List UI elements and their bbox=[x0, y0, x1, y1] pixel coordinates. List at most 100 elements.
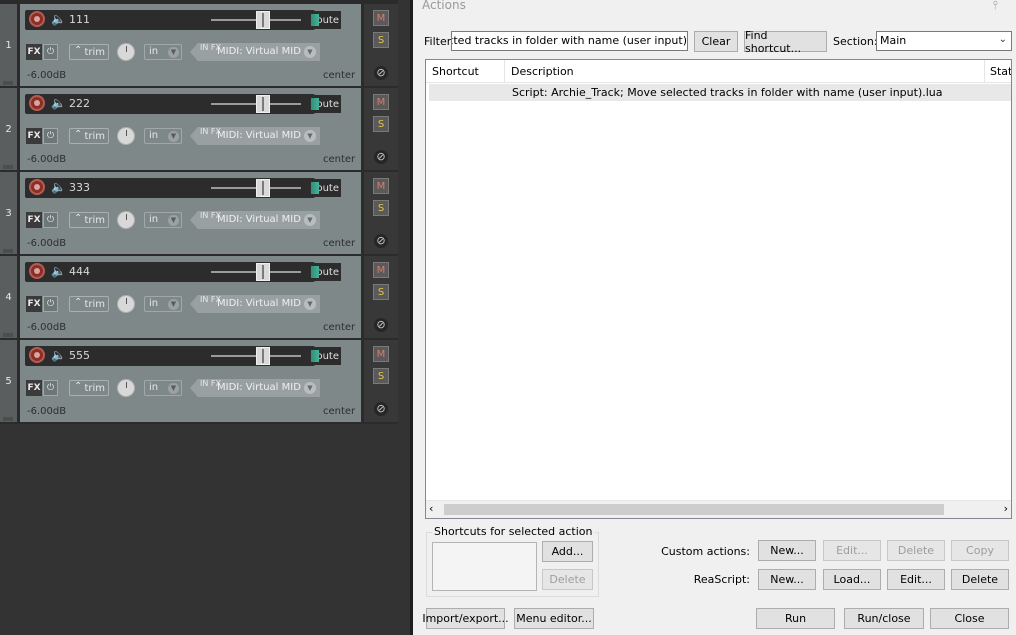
track-panel[interactable]: 🔈 555 Route FX ⏻ trim in▼ IN FXMIDI: Vir… bbox=[20, 340, 361, 422]
fx-bypass-icon[interactable]: ⏻ bbox=[43, 296, 58, 312]
mute-button[interactable]: M bbox=[373, 178, 389, 194]
volume-slider-handle[interactable] bbox=[256, 95, 270, 113]
volume-slider-handle[interactable] bbox=[256, 179, 270, 197]
custom-edit-button[interactable]: Edit... bbox=[823, 540, 881, 561]
volume-slider-handle[interactable] bbox=[256, 263, 270, 281]
fx-bypass-icon[interactable]: ⏻ bbox=[43, 44, 58, 60]
column-description[interactable]: Description bbox=[511, 65, 574, 78]
pan-knob[interactable] bbox=[117, 127, 135, 145]
input-selector[interactable]: in ▼ bbox=[144, 128, 182, 144]
track[interactable]: 3 🔈 333 Route FX ⏻ trim in▼ IN FXMIDI: V… bbox=[0, 172, 398, 256]
find-shortcut-button[interactable]: Find shortcut... bbox=[744, 29, 827, 55]
fx-button[interactable]: FX bbox=[26, 128, 42, 144]
solo-button[interactable]: S bbox=[373, 368, 389, 384]
reascript-load-button[interactable]: Load... bbox=[823, 569, 881, 590]
reascript-new-button[interactable]: New... bbox=[758, 569, 816, 590]
menu-editor-button[interactable]: Menu editor... bbox=[514, 608, 594, 629]
midi-input-selector[interactable]: IN FX MIDI: Virtual MID ▼ bbox=[190, 379, 320, 397]
record-arm-icon[interactable] bbox=[29, 263, 45, 279]
scroll-left-icon[interactable]: ‹ bbox=[429, 502, 433, 515]
track-name[interactable]: 222 bbox=[69, 97, 90, 110]
fx-button[interactable]: FX bbox=[26, 380, 42, 396]
fx-bypass-icon[interactable]: ⏻ bbox=[43, 128, 58, 144]
reascript-delete-button[interactable]: Delete bbox=[951, 569, 1009, 590]
pin-icon[interactable]: ⫯ bbox=[993, 0, 998, 13]
track-panel[interactable]: 🔈 111 Route FX ⏻ trim in▼ IN FXMIDI: Vir… bbox=[20, 4, 361, 86]
track-number[interactable]: 4 bbox=[0, 256, 17, 338]
phase-invert-icon[interactable]: ⊘ bbox=[374, 234, 388, 248]
phase-invert-icon[interactable]: ⊘ bbox=[374, 150, 388, 164]
reascript-edit-button[interactable]: Edit... bbox=[887, 569, 945, 590]
track-name[interactable]: 555 bbox=[69, 349, 90, 362]
pan-knob[interactable] bbox=[117, 43, 135, 61]
import-export-button[interactable]: Import/export... bbox=[422, 608, 509, 629]
route-button[interactable]: Route bbox=[308, 11, 341, 29]
solo-button[interactable]: S bbox=[373, 200, 389, 216]
filter-input[interactable]: Move selected tracks in folder with name… bbox=[451, 31, 688, 51]
pan-knob[interactable] bbox=[117, 379, 135, 397]
track-name-bar[interactable]: 🔈 111 bbox=[25, 10, 315, 30]
volume-slider-handle[interactable] bbox=[256, 347, 270, 365]
trim-button[interactable]: trim bbox=[69, 380, 109, 396]
midi-input-selector[interactable]: IN FX MIDI: Virtual MID ▼ bbox=[190, 295, 320, 313]
track-name-bar[interactable]: 🔈 444 bbox=[25, 262, 315, 282]
speaker-icon[interactable]: 🔈 bbox=[51, 96, 66, 110]
section-select[interactable]: Main ⌄ bbox=[876, 31, 1012, 51]
track-panel[interactable]: 🔈 444 Route FX ⏻ trim in▼ IN FXMIDI: Vir… bbox=[20, 256, 361, 338]
trim-button[interactable]: trim bbox=[69, 212, 109, 228]
fx-button[interactable]: FX bbox=[26, 44, 42, 60]
track-number[interactable]: 5 bbox=[0, 340, 17, 422]
speaker-icon[interactable]: 🔈 bbox=[51, 264, 66, 278]
mute-button[interactable]: M bbox=[373, 346, 389, 362]
add-shortcut-button[interactable]: Add... bbox=[542, 541, 593, 562]
trim-button[interactable]: trim bbox=[69, 296, 109, 312]
column-state[interactable]: State bbox=[990, 65, 1011, 78]
track-name-bar[interactable]: 🔈 555 bbox=[25, 346, 315, 366]
delete-shortcut-button[interactable]: Delete bbox=[542, 569, 593, 590]
speaker-icon[interactable]: 🔈 bbox=[51, 180, 66, 194]
phase-invert-icon[interactable]: ⊘ bbox=[374, 318, 388, 332]
track-name[interactable]: 444 bbox=[69, 265, 90, 278]
fx-bypass-icon[interactable]: ⏻ bbox=[43, 380, 58, 396]
close-button[interactable]: Close bbox=[930, 608, 1009, 629]
phase-invert-icon[interactable]: ⊘ bbox=[374, 402, 388, 416]
track-name-bar[interactable]: 🔈 222 bbox=[25, 94, 315, 114]
run-close-button[interactable]: Run/close bbox=[844, 608, 924, 629]
input-selector[interactable]: in ▼ bbox=[144, 296, 182, 312]
input-selector[interactable]: in ▼ bbox=[144, 44, 182, 60]
solo-button[interactable]: S bbox=[373, 116, 389, 132]
input-selector[interactable]: in ▼ bbox=[144, 212, 182, 228]
input-selector[interactable]: in ▼ bbox=[144, 380, 182, 396]
actions-list[interactable]: Shortcut Description ^ State Script: Arc… bbox=[425, 59, 1012, 519]
track[interactable]: 1 🔈 111 Route FX ⏻ trim in▼ IN FXMIDI: V… bbox=[0, 4, 398, 88]
track-name-bar[interactable]: 🔈 333 bbox=[25, 178, 315, 198]
mute-button[interactable]: M bbox=[373, 10, 389, 26]
solo-button[interactable]: S bbox=[373, 284, 389, 300]
route-button[interactable]: Route bbox=[308, 95, 341, 113]
horizontal-scrollbar[interactable]: ‹ › bbox=[426, 500, 1011, 518]
track-panel[interactable]: 🔈 333 Route FX ⏻ trim in▼ IN FXMIDI: Vir… bbox=[20, 172, 361, 254]
solo-button[interactable]: S bbox=[373, 32, 389, 48]
route-button[interactable]: Route bbox=[308, 347, 341, 365]
midi-input-selector[interactable]: IN FX MIDI: Virtual MID ▼ bbox=[190, 127, 320, 145]
custom-new-button[interactable]: New... bbox=[758, 540, 816, 561]
column-shortcut[interactable]: Shortcut bbox=[432, 65, 479, 78]
trim-button[interactable]: trim bbox=[69, 128, 109, 144]
custom-copy-button[interactable]: Copy bbox=[951, 540, 1009, 561]
run-button[interactable]: Run bbox=[756, 608, 835, 629]
track[interactable]: 5 🔈 555 Route FX ⏻ trim in▼ IN FXMIDI: V… bbox=[0, 340, 398, 424]
track-panel[interactable]: 🔈 222 Route FX ⏻ trim in▼ IN FXMIDI: Vir… bbox=[20, 88, 361, 170]
pan-knob[interactable] bbox=[117, 295, 135, 313]
phase-invert-icon[interactable]: ⊘ bbox=[374, 66, 388, 80]
track-number[interactable]: 2 bbox=[0, 88, 17, 170]
route-button[interactable]: Route bbox=[308, 263, 341, 281]
mute-button[interactable]: M bbox=[373, 94, 389, 110]
record-arm-icon[interactable] bbox=[29, 95, 45, 111]
trim-button[interactable]: trim bbox=[69, 44, 109, 60]
fx-button[interactable]: FX bbox=[26, 212, 42, 228]
mute-button[interactable]: M bbox=[373, 262, 389, 278]
track-number[interactable]: 3 bbox=[0, 172, 17, 254]
volume-slider-handle[interactable] bbox=[256, 11, 270, 29]
track-number[interactable]: 1 bbox=[0, 4, 17, 86]
record-arm-icon[interactable] bbox=[29, 179, 45, 195]
